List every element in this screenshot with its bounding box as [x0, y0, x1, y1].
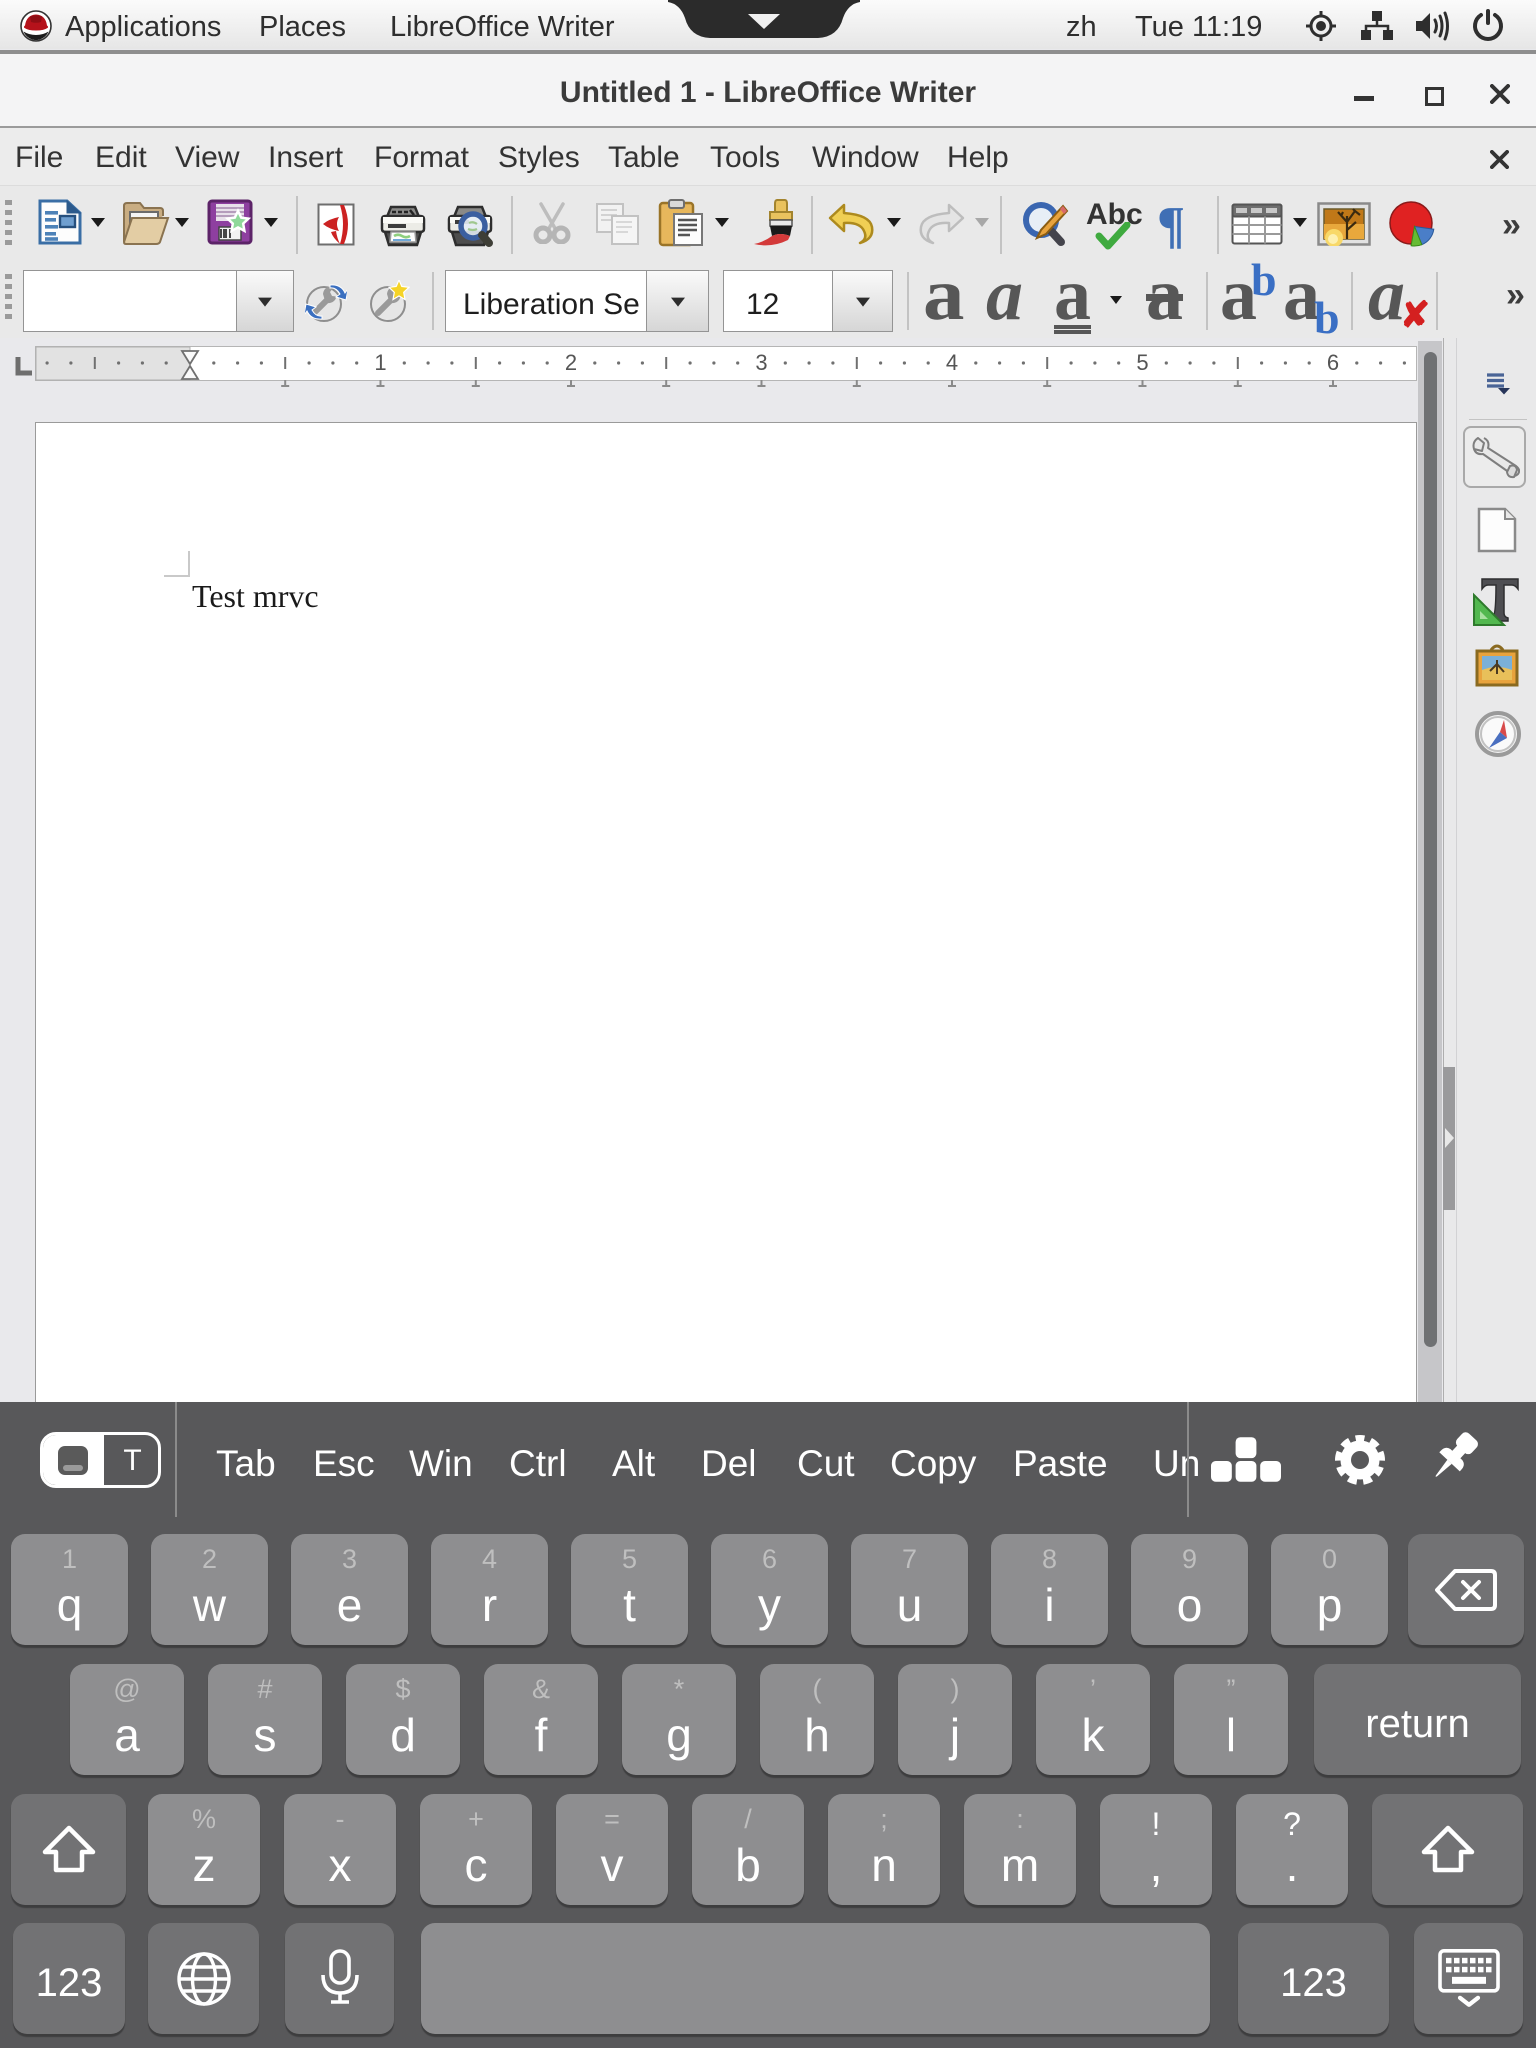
svg-text:6: 6	[1327, 350, 1339, 375]
svg-text:4: 4	[946, 350, 958, 375]
svg-text:5: 5	[1136, 350, 1148, 375]
svg-text:1: 1	[374, 350, 386, 375]
svg-text:2: 2	[565, 350, 577, 375]
svg-text:3: 3	[755, 350, 767, 375]
